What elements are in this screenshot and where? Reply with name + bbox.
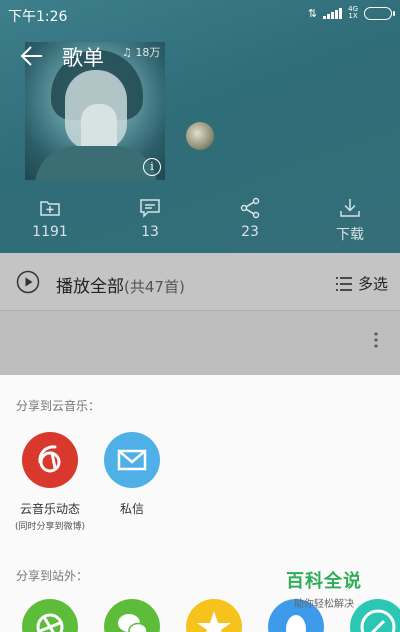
status-time: 下午1:26	[8, 9, 68, 25]
comment-button[interactable]: 13	[100, 196, 200, 248]
share-label: 私信	[119, 502, 144, 516]
signal-icon	[323, 7, 343, 19]
download-button[interactable]: 下载	[300, 196, 400, 248]
play-all-label: 播放全部(共47首)	[56, 277, 185, 297]
share-count: 23	[241, 224, 259, 240]
download-label: 下载	[336, 227, 364, 243]
netease-music-icon	[22, 432, 78, 488]
playlist-page: 下午1:26 ⇅ 4G 1X 歌单 ♫ 18万 i 1191 13 23 下载 …	[0, 0, 400, 375]
back-arrow-icon[interactable]	[18, 42, 46, 70]
watermark-title: 百科全说	[286, 571, 362, 592]
share-internal-title: 分享到云音乐：	[16, 399, 101, 413]
share-icon	[240, 197, 260, 219]
info-icon[interactable]: i	[143, 158, 161, 176]
headphones-icon: ♫	[122, 46, 132, 59]
play-circle-icon[interactable]	[16, 270, 40, 294]
watermark-logo: 百科全说 助你轻松解决	[280, 567, 368, 610]
creator-avatar[interactable]	[186, 122, 214, 150]
more-vertical-icon[interactable]	[374, 332, 378, 348]
mail-icon	[104, 432, 160, 488]
multi-select-button[interactable]: 多选	[335, 273, 388, 294]
list-icon	[335, 276, 352, 291]
status-icons: ⇅ 4G 1X	[307, 5, 395, 20]
data-transfer-icon: ⇅	[307, 6, 318, 20]
qzone-icon[interactable]	[186, 599, 242, 632]
share-label: 云音乐动态	[19, 502, 80, 516]
action-bar: 1191 13 23 下载	[0, 196, 400, 248]
battery-icon	[364, 6, 395, 20]
play-count: ♫ 18万	[122, 46, 161, 59]
status-bar: 下午1:26 ⇅ 4G 1X	[0, 0, 400, 28]
share-external-title: 分享到站外：	[16, 569, 89, 583]
download-icon	[340, 199, 360, 217]
track-count: (共47首)	[124, 278, 185, 296]
share-button[interactable]: 23	[200, 196, 300, 248]
share-sublabel: (同时分享到微博)	[14, 522, 86, 532]
collect-count: 1191	[32, 224, 68, 240]
watermark-subtitle: 助你轻松解决	[294, 599, 354, 610]
folder-add-icon	[40, 201, 60, 216]
moments-icon[interactable]	[22, 599, 78, 632]
share-netease-moments[interactable]: 云音乐动态 (同时分享到微博)	[5, 432, 95, 532]
comment-count: 13	[141, 224, 159, 240]
comment-icon	[140, 199, 160, 218]
play-all-bar[interactable]: 播放全部(共47首) 多选	[0, 253, 400, 311]
page-title: 歌单	[62, 46, 104, 70]
collect-button[interactable]: 1191	[0, 196, 100, 248]
wechat-icon[interactable]	[104, 599, 160, 632]
network-type: 4G 1X	[348, 5, 358, 20]
share-private-message[interactable]: 私信	[87, 432, 177, 517]
